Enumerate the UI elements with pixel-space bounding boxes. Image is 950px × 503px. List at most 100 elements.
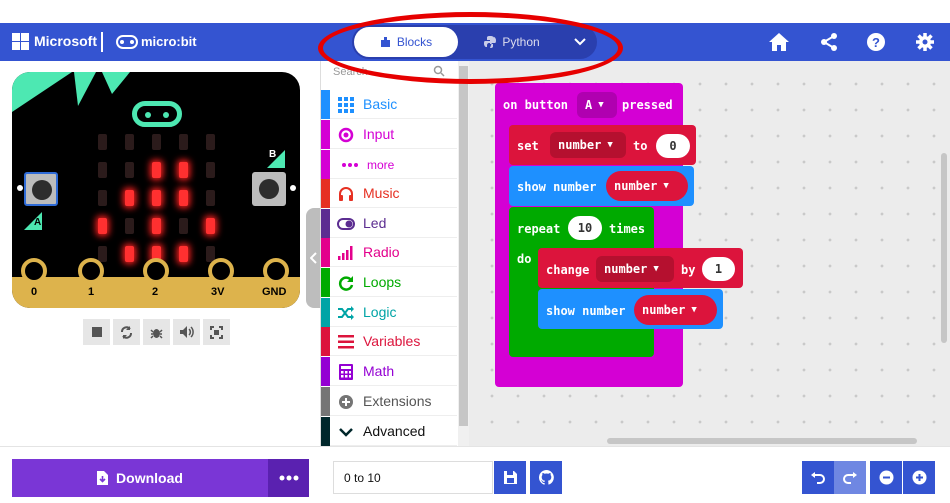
logo-touch-icon[interactable] xyxy=(132,101,182,127)
loop-arrow-icon xyxy=(337,274,355,292)
download-button[interactable]: Download xyxy=(12,459,268,497)
download-options-button[interactable] xyxy=(268,459,309,497)
category-label: Math xyxy=(363,363,395,379)
category-color-bar xyxy=(321,179,330,208)
workspace-horizontal-scrollbar[interactable] xyxy=(607,438,917,444)
header-divider xyxy=(101,32,103,52)
category-color-bar xyxy=(321,209,330,238)
zoom-in-icon xyxy=(912,470,926,485)
pin-label: 1 xyxy=(88,286,95,298)
show-number-variable-dropdown[interactable]: number ▼ xyxy=(606,171,688,201)
category-label: Logic xyxy=(363,304,397,320)
led-pixel xyxy=(125,134,134,150)
board-corner-decoration-icon xyxy=(12,72,130,112)
signal-bars-icon xyxy=(337,244,355,262)
category-input[interactable]: Input xyxy=(321,120,457,149)
led-pixel xyxy=(206,190,215,206)
category-radio[interactable]: Radio xyxy=(321,238,457,267)
help-button[interactable]: ? xyxy=(865,31,887,53)
led-pixel xyxy=(98,246,107,262)
more-dots-icon xyxy=(341,156,359,174)
repeat-count-input[interactable]: 10 xyxy=(568,216,602,240)
dropdown-arrow-icon: ▼ xyxy=(653,264,659,274)
microbit-board[interactable]: A B 0 1 2 3V GND xyxy=(12,72,300,308)
simulator-toolbar xyxy=(83,319,230,345)
simulator-panel: A B 0 1 2 3V GND xyxy=(0,61,315,446)
debug-button[interactable] xyxy=(143,319,170,345)
change-value-input[interactable]: 1 xyxy=(702,257,735,281)
category-color-bar xyxy=(321,150,330,179)
category-advanced[interactable]: Advanced xyxy=(321,417,457,446)
category-label: Variables xyxy=(363,333,421,349)
set-value-input[interactable]: 0 xyxy=(656,134,690,158)
fullscreen-button[interactable] xyxy=(203,319,230,345)
category-label: Radio xyxy=(363,244,400,260)
category-led[interactable]: Led xyxy=(321,209,457,238)
show-number-variable-dropdown[interactable]: number ▼ xyxy=(634,295,717,325)
category-basic[interactable]: Basic xyxy=(321,90,457,119)
dropdown-arrow-icon: ▼ xyxy=(663,181,669,191)
puzzle-piece-icon xyxy=(380,37,390,47)
tab-blocks-label: Blocks xyxy=(396,35,433,49)
category-music[interactable]: Music xyxy=(321,179,457,208)
button-a[interactable] xyxy=(24,172,58,206)
pin-hole[interactable] xyxy=(21,258,47,284)
zoom-out-button[interactable] xyxy=(870,461,902,494)
home-icon xyxy=(769,33,789,51)
tab-blocks[interactable]: Blocks xyxy=(354,27,458,57)
category-math[interactable]: Math xyxy=(321,357,457,386)
category-variables[interactable]: Variables xyxy=(321,327,457,356)
pin-hole[interactable] xyxy=(263,258,289,284)
editor-menu-dropdown[interactable] xyxy=(564,27,596,57)
pin-hole[interactable] xyxy=(78,258,104,284)
category-label: Music xyxy=(363,185,400,201)
pin-label: 2 xyxy=(152,286,159,298)
edge-dot-left xyxy=(17,185,23,191)
category-logic[interactable]: Logic xyxy=(321,298,457,327)
set-keyword: set xyxy=(517,139,539,153)
toolbox-scrollbar[interactable] xyxy=(458,61,469,446)
github-button[interactable] xyxy=(530,461,562,494)
category-label: Extensions xyxy=(363,393,432,409)
category-more[interactable]: more xyxy=(321,150,457,179)
download-label: Download xyxy=(116,470,183,486)
editor-toggle: Blocks Python xyxy=(352,25,597,59)
led-pixel xyxy=(98,134,107,150)
button-b[interactable] xyxy=(252,172,286,206)
category-loops[interactable]: Loops xyxy=(321,268,457,297)
svg-text:?: ? xyxy=(872,35,880,50)
undo-button[interactable] xyxy=(802,461,834,494)
category-extensions[interactable]: Extensions xyxy=(321,387,457,416)
led-pixel xyxy=(179,190,188,206)
chevron-down-icon xyxy=(337,423,355,441)
save-button[interactable] xyxy=(494,461,526,494)
restart-icon xyxy=(121,325,132,339)
redo-button[interactable] xyxy=(834,461,866,494)
plus-circle-icon xyxy=(337,393,355,411)
stop-button[interactable] xyxy=(83,319,110,345)
toolbox-search[interactable]: Search... xyxy=(333,66,377,78)
category-label: Led xyxy=(363,215,387,231)
change-variable-dropdown[interactable]: number ▼ xyxy=(596,256,674,282)
download-file-icon xyxy=(97,471,109,485)
project-name-input[interactable] xyxy=(333,461,493,494)
change-keyword: change xyxy=(546,263,590,277)
restart-button[interactable] xyxy=(113,319,140,345)
product-name[interactable]: micro:bit xyxy=(141,34,197,49)
bottom-toolbar: Download xyxy=(0,446,950,503)
workspace-vertical-scrollbar[interactable] xyxy=(941,153,947,343)
mute-button[interactable] xyxy=(173,319,200,345)
share-button[interactable] xyxy=(818,31,840,53)
blocks-workspace[interactable]: on button A ▼ pressed set number ▼ to 0 sh… xyxy=(469,61,950,446)
zoom-in-button[interactable] xyxy=(903,461,935,494)
tab-python[interactable]: Python xyxy=(462,27,562,57)
settings-button[interactable] xyxy=(914,31,936,53)
python-logo-icon xyxy=(484,36,497,48)
home-button[interactable] xyxy=(768,31,790,53)
category-color-bar xyxy=(321,327,330,356)
button-select-dropdown[interactable]: A ▼ xyxy=(577,92,617,118)
set-variable-dropdown[interactable]: number ▼ xyxy=(550,132,626,158)
pin-hole[interactable] xyxy=(208,258,234,284)
led-pixel xyxy=(206,134,215,150)
pin-hole[interactable] xyxy=(143,258,169,284)
